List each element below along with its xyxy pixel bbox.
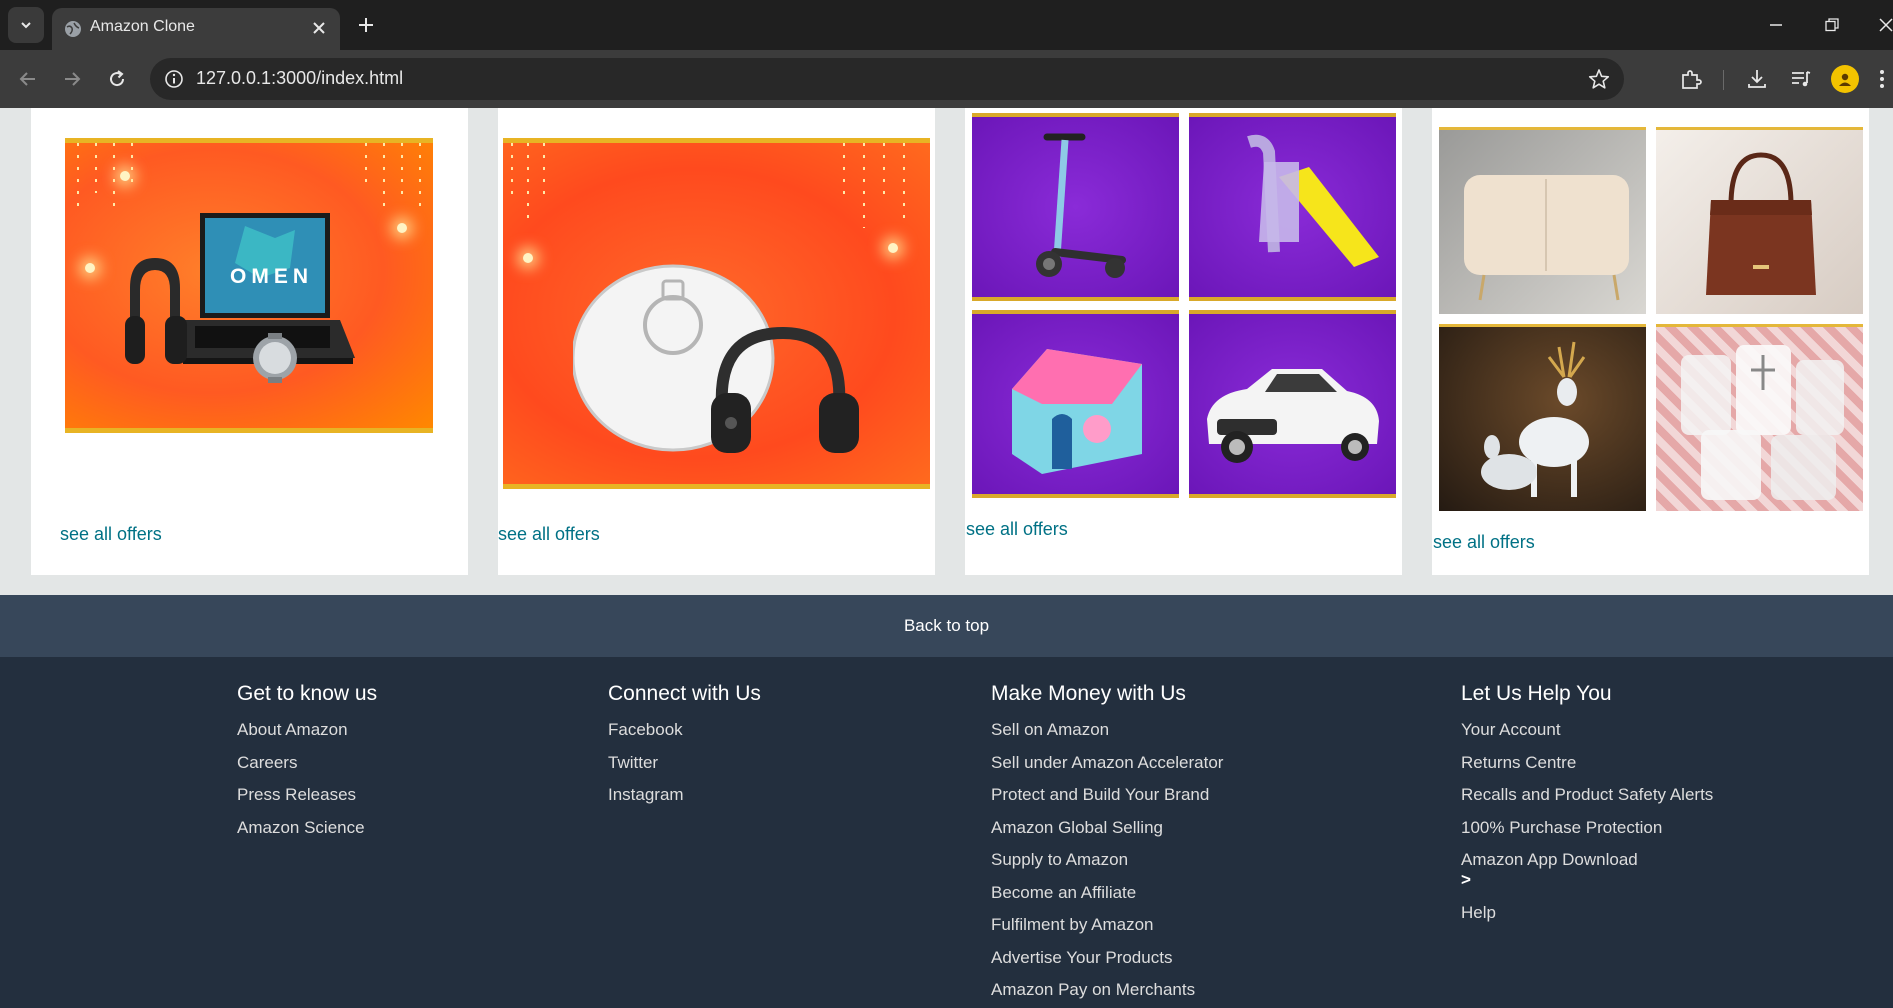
twitter-link[interactable]: Twitter [608, 747, 761, 780]
glass-jar-illustration [1681, 345, 1844, 500]
footer-link[interactable]: Returns Centre [1461, 747, 1713, 780]
forward-button[interactable] [58, 65, 86, 93]
footer-link[interactable]: Amazon Global Selling [991, 812, 1223, 845]
footer-link[interactable]: Amazon Pay on Merchants [991, 974, 1223, 1007]
footer-link[interactable]: Fulfilment by Amazon [991, 909, 1223, 942]
footer-link[interactable]: About Amazon [237, 714, 377, 747]
see-all-offers-link[interactable]: see all offers [1433, 532, 1535, 553]
footer-link[interactable]: Protect and Build Your Brand [991, 779, 1223, 812]
robot-vacuum-illustration [573, 264, 859, 453]
glass-jars-image[interactable] [1656, 324, 1863, 511]
plus-icon [359, 18, 373, 32]
footer-link[interactable]: Amazon Science [237, 812, 377, 845]
slide-image[interactable] [1189, 113, 1396, 301]
footer-column-get-to-know-us: Get to know us About Amazon Careers Pres… [237, 682, 377, 844]
footer-heading: Get to know us [237, 682, 378, 705]
see-all-offers-link[interactable]: see all offers [60, 524, 162, 545]
toy-slide-illustration [1247, 134, 1379, 267]
footer-link[interactable]: Advertise Your Products [991, 942, 1223, 975]
restore-icon [1825, 18, 1839, 32]
ride-on-car-image[interactable] [1189, 310, 1396, 498]
minimize-button[interactable] [1756, 10, 1796, 40]
url-text: 127.0.0.1:3000/index.html [196, 68, 404, 88]
restore-button[interactable] [1812, 10, 1852, 40]
close-icon [313, 22, 325, 34]
instagram-link[interactable]: Instagram [608, 779, 761, 812]
arrow-left-icon [19, 72, 35, 86]
reload-button[interactable] [103, 65, 131, 93]
facebook-link[interactable]: Facebook [608, 714, 761, 747]
footer-link[interactable]: 100% Purchase Protection [1461, 812, 1713, 845]
close-icon [1879, 18, 1893, 32]
laptop-illustration [125, 213, 355, 383]
handbag-image[interactable] [1656, 127, 1863, 314]
kebab-menu-icon [1880, 70, 1884, 88]
site-footer: Get to know us About Amazon Careers Pres… [0, 657, 1893, 1008]
scooter-image[interactable] [972, 113, 1179, 301]
footer-link[interactable]: Press Releases [237, 779, 377, 812]
footer-column-make-money: Make Money with Us Sell on Amazon Sell u… [991, 682, 1223, 1007]
deer-decor-image[interactable] [1439, 324, 1646, 511]
deal-card-home-appliances: see all offers [498, 108, 935, 575]
footer-link[interactable]: Careers [237, 747, 377, 780]
deal-card-laptops: OMEN see all offers [31, 108, 468, 575]
arrow-right-icon [65, 72, 81, 86]
info-icon[interactable] [164, 69, 184, 89]
cabinet-image[interactable] [1439, 127, 1646, 314]
extensions-button[interactable] [1677, 65, 1705, 93]
footer-link[interactable]: Your Account [1461, 714, 1713, 747]
downloads-button[interactable] [1743, 65, 1771, 93]
back-to-top-button[interactable]: Back to top [0, 595, 1893, 657]
footer-column-help: Let Us Help You Your Account Returns Cen… [1461, 682, 1713, 929]
tab-close-button[interactable] [308, 17, 330, 39]
handbag-illustration [1706, 152, 1816, 295]
browser-tab-bar: Amazon Clone [0, 0, 1893, 50]
play-tent-image[interactable] [972, 310, 1179, 498]
footer-heading: Make Money with Us [991, 682, 1186, 705]
new-tab-button[interactable] [352, 11, 380, 39]
download-icon [1748, 70, 1766, 88]
laptop-offer-image[interactable]: OMEN [65, 138, 433, 433]
deal-card-toys: see all offers [965, 108, 1402, 575]
deer-figurine-illustration [1481, 341, 1589, 497]
reload-icon [110, 70, 125, 87]
tab-search-button[interactable] [8, 7, 44, 43]
footer-link[interactable]: Recalls and Product Safety Alerts [1461, 779, 1713, 812]
tab-title: Amazon Clone [90, 18, 195, 35]
puzzle-icon [1682, 70, 1702, 89]
deal-card-home-decor: see all offers [1432, 108, 1869, 575]
toolbar-divider [1723, 70, 1724, 90]
music-queue-icon [1792, 71, 1811, 87]
profile-avatar[interactable] [1831, 65, 1859, 93]
see-all-offers-link[interactable]: see all offers [966, 519, 1068, 540]
footer-link[interactable]: Supply to Amazon [991, 844, 1223, 877]
omen-logo: OMEN [230, 265, 313, 288]
page-content: OMEN see all offers see all offers see a… [0, 108, 1893, 1008]
avatar-icon [1839, 73, 1851, 86]
footer-heading: Connect with Us [608, 682, 761, 705]
minimize-icon [1770, 24, 1782, 26]
browser-menu-button[interactable] [1874, 65, 1890, 93]
footer-link[interactable]: Sell on Amazon [991, 714, 1223, 747]
address-bar[interactable]: 127.0.0.1:3000/index.html [150, 58, 1624, 100]
cabinet-illustration [1464, 175, 1629, 301]
kick-scooter-illustration [1036, 133, 1126, 278]
star-icon[interactable] [1588, 68, 1610, 90]
footer-heading: Let Us Help You [1461, 682, 1612, 705]
play-tent-illustration [1012, 349, 1142, 474]
browser-toolbar: 127.0.0.1:3000/index.html [0, 50, 1893, 108]
footer-link[interactable]: Sell under Amazon Accelerator [991, 747, 1223, 780]
back-button[interactable] [14, 65, 42, 93]
close-window-button[interactable] [1866, 10, 1893, 40]
footer-column-connect-with-us: Connect with Us Facebook Twitter Instagr… [608, 682, 761, 812]
footer-link[interactable]: Become an Affiliate [991, 877, 1223, 910]
browser-tab[interactable]: Amazon Clone [52, 8, 340, 50]
chevron-down-icon [21, 22, 31, 29]
see-all-offers-link[interactable]: see all offers [498, 524, 600, 545]
robot-vacuum-offer-image[interactable] [503, 138, 930, 489]
globe-icon [65, 21, 81, 37]
media-controls-button[interactable] [1787, 65, 1815, 93]
footer-link[interactable]: Help [1461, 897, 1713, 930]
toy-car-illustration [1207, 369, 1379, 463]
